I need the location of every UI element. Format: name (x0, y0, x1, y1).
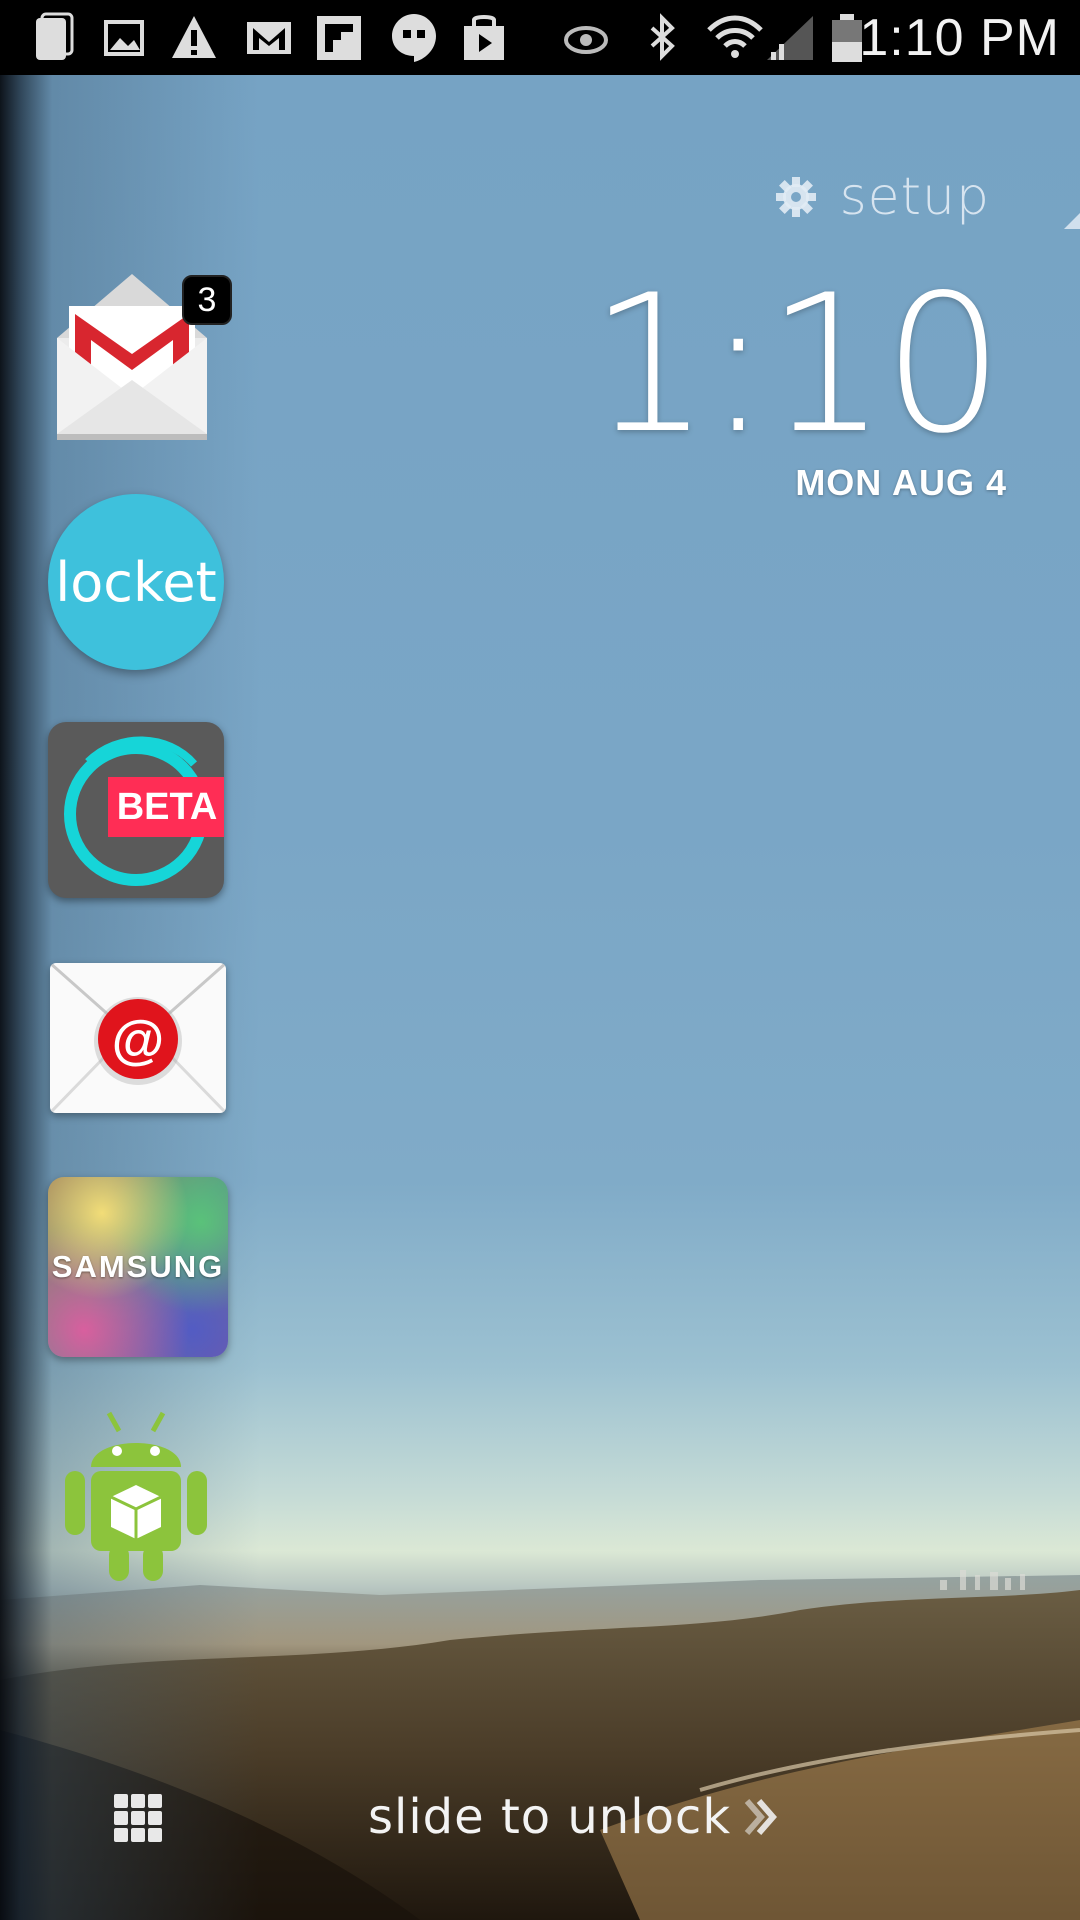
email-app-icon: @ (50, 963, 226, 1113)
double-chevron-right-icon (744, 1799, 778, 1835)
app-shortcut-locket[interactable]: locket (45, 492, 230, 677)
at-symbol-icon: @ (112, 1010, 165, 1070)
clock-time: 1:10 (589, 254, 1004, 475)
setup-button[interactable]: setup (774, 165, 1080, 229)
samsung-app-icon: SAMSUNG (48, 1177, 228, 1357)
app-shortcut-email[interactable]: @ (45, 963, 230, 1148)
play-store-icon (464, 15, 504, 60)
status-time: 1:10 PM (859, 9, 1060, 67)
bluetooth-icon (650, 13, 675, 61)
gmail-unread-badge: 3 (182, 275, 232, 325)
app-shortcut-beta[interactable]: BETA (45, 722, 230, 907)
app-shortcut-samsung[interactable]: SAMSUNG (45, 1177, 230, 1362)
status-bar: 1:10 PM (0, 0, 1080, 75)
flipboard-icon (317, 16, 361, 60)
eye-icon (564, 26, 608, 54)
app-shortcut-android[interactable] (45, 1405, 230, 1590)
gmail-icon (247, 22, 291, 54)
app-drawer-grid-icon[interactable] (110, 1790, 166, 1846)
clock-date: MON AUG 4 (795, 462, 1007, 503)
corner-triangle-icon (1064, 213, 1080, 229)
locket-label: locket (55, 550, 217, 614)
warning-icon (172, 16, 216, 58)
wifi-icon (707, 15, 763, 58)
app-shortcut-gmail[interactable]: 3 (45, 270, 232, 455)
signal-icon (767, 16, 813, 60)
slide-to-unlock[interactable]: slide to unlock (368, 1782, 781, 1852)
locket-app-icon: locket (48, 494, 224, 670)
beta-tag: BETA (108, 777, 224, 837)
gear-icon (775, 177, 816, 217)
android-robot-icon (65, 1411, 207, 1581)
notes-icon (36, 12, 74, 60)
setup-label: setup (839, 167, 990, 227)
image-icon (104, 20, 144, 56)
samsung-label: SAMSUNG (51, 1249, 225, 1284)
beta-app-icon: BETA (48, 722, 224, 898)
unlock-label: slide to unlock (368, 1789, 732, 1845)
hangouts-icon (392, 14, 436, 62)
